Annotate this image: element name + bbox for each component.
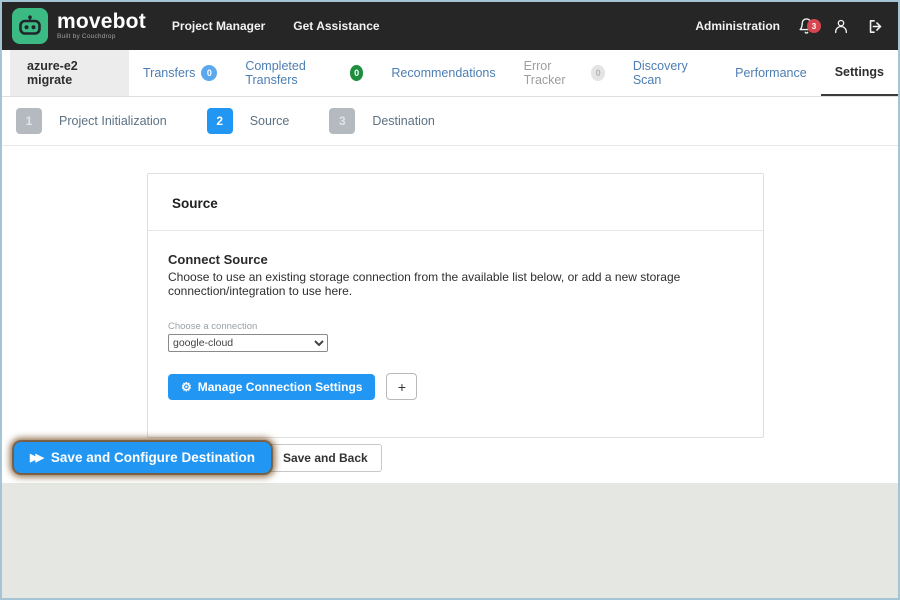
tab-settings[interactable]: Settings — [821, 50, 898, 96]
notifications-button[interactable]: 3 — [798, 17, 815, 35]
tab-transfers[interactable]: Transfers 0 — [129, 50, 231, 96]
step-project-initialization[interactable]: 1 Project Initialization — [16, 108, 167, 134]
user-icon — [833, 18, 849, 35]
tab-discovery-scan[interactable]: Discovery Scan — [619, 50, 721, 96]
save-and-configure-destination-button[interactable]: ▶▶ Save and Configure Destination — [14, 442, 271, 473]
robot-icon — [17, 13, 43, 39]
top-navbar: movebot Built by Couchdrop Project Manag… — [2, 2, 898, 50]
step-source[interactable]: 2 Source — [207, 108, 290, 134]
connect-source-title: Connect Source — [168, 252, 739, 267]
bottom-actions: ▶▶ Save and Configure Destination Save a… — [14, 442, 382, 473]
step-label: Destination — [372, 114, 435, 128]
step-destination[interactable]: 3 Destination — [329, 108, 435, 134]
nav-link-project-manager[interactable]: Project Manager — [172, 19, 265, 33]
source-card-header: Source — [148, 174, 763, 231]
step-number: 1 — [16, 108, 42, 134]
user-menu-button[interactable] — [833, 18, 849, 35]
manage-button-label: Manage Connection Settings — [198, 380, 363, 394]
nav-links: Project Manager Get Assistance — [172, 19, 380, 33]
source-card-body: Connect Source Choose to use an existing… — [148, 231, 763, 437]
nav-link-get-assistance[interactable]: Get Assistance — [293, 19, 379, 33]
plus-icon: + — [398, 379, 406, 395]
brand-tagline: Built by Couchdrop — [57, 34, 146, 41]
main-content: Source Connect Source Choose to use an e… — [2, 146, 898, 483]
source-card: Source Connect Source Choose to use an e… — [147, 173, 764, 438]
gear-icon: ⚙ — [181, 380, 192, 394]
brand-text: movebot Built by Couchdrop — [57, 11, 146, 41]
tab-performance[interactable]: Performance — [721, 50, 821, 96]
tab-completed-transfers[interactable]: Completed Transfers 0 — [231, 50, 377, 96]
page-footer — [2, 483, 898, 598]
tab-label: Performance — [735, 66, 807, 80]
step-number: 2 — [207, 108, 233, 134]
card-title: Source — [172, 196, 739, 211]
connection-select[interactable]: google-cloud — [168, 334, 328, 352]
tab-label: Recommendations — [391, 66, 495, 80]
manage-connection-settings-button[interactable]: ⚙ Manage Connection Settings — [168, 374, 375, 400]
step-label: Project Initialization — [59, 114, 167, 128]
transfers-count-badge: 0 — [201, 65, 217, 81]
save-back-label: Save and Back — [283, 451, 368, 465]
connection-buttons-row: ⚙ Manage Connection Settings + — [168, 373, 739, 400]
movebot-logo[interactable] — [12, 8, 48, 44]
connection-field-label: Choose a connection — [168, 321, 739, 332]
logout-button[interactable] — [867, 18, 884, 35]
save-next-label: Save and Configure Destination — [51, 450, 255, 465]
settings-stepper: 1 Project Initialization 2 Source 3 Dest… — [2, 97, 898, 146]
tab-label: Error Tracker — [524, 59, 586, 87]
logout-icon — [867, 18, 884, 35]
tab-error-tracker[interactable]: Error Tracker 0 — [510, 50, 619, 96]
error-tracker-count-badge: 0 — [591, 65, 605, 81]
tab-recommendations[interactable]: Recommendations — [377, 50, 509, 96]
save-and-back-button[interactable]: Save and Back — [269, 444, 382, 472]
project-tab-bar: azure-e2 migrate Transfers 0 Completed T… — [2, 50, 898, 97]
tab-label: Settings — [835, 65, 884, 79]
add-connection-button[interactable]: + — [386, 373, 417, 400]
fast-forward-icon: ▶▶ — [30, 451, 41, 464]
brand-name: movebot — [57, 11, 146, 32]
tab-label: Completed Transfers — [245, 59, 344, 87]
tab-project-name[interactable]: azure-e2 migrate — [10, 50, 129, 96]
step-label: Source — [250, 114, 290, 128]
connect-source-description: Choose to use an existing storage connec… — [168, 270, 739, 298]
step-number: 3 — [329, 108, 355, 134]
tab-label: Discovery Scan — [633, 59, 707, 87]
completed-transfers-count-badge: 0 — [350, 65, 364, 81]
nav-link-administration[interactable]: Administration — [695, 19, 780, 33]
notification-count-badge: 3 — [807, 19, 821, 33]
tab-label: Transfers — [143, 66, 195, 80]
navbar-right: Administration 3 — [695, 17, 884, 35]
